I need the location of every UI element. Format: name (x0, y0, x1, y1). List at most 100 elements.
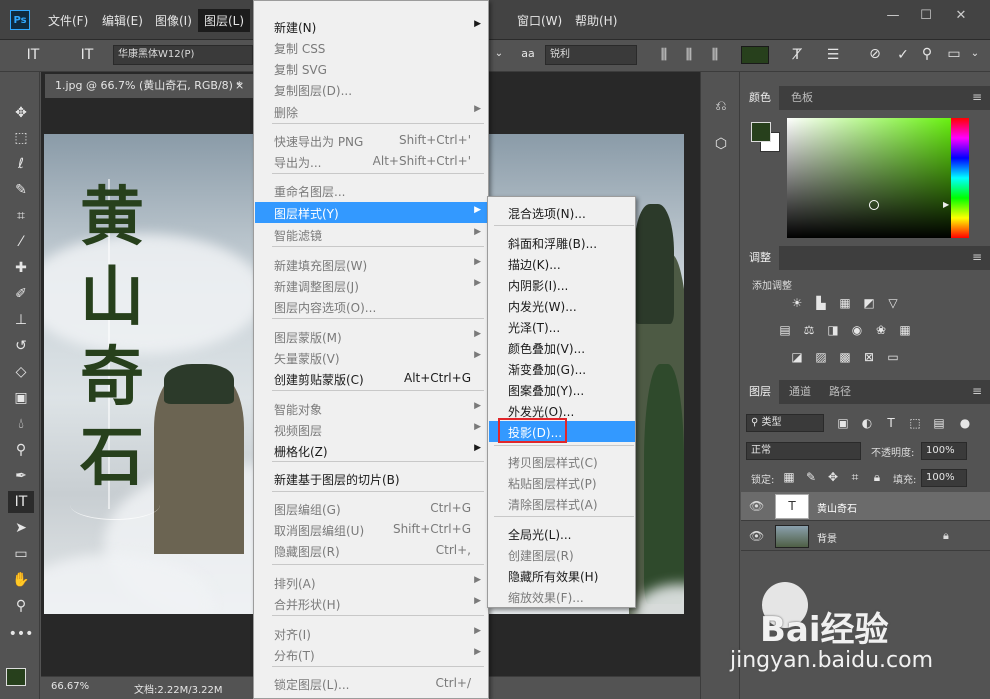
layer-row-text[interactable]: 👁︎ T 黄山奇石 (741, 492, 990, 521)
threshold-icon[interactable]: ▩ (837, 350, 853, 364)
layer-menu-item[interactable]: 创建剪贴蒙版(C) Alt+Ctrl+G (255, 368, 487, 389)
curves-icon[interactable]: ▦ (837, 296, 853, 310)
antialias-select[interactable]: 锐利 (545, 45, 637, 65)
lock-pixels-icon[interactable]: ✎ (803, 470, 819, 484)
pen-tool-icon[interactable]: ✒ (8, 465, 34, 487)
align-center-icon[interactable]: ⫼ (680, 47, 698, 63)
maximize-button[interactable]: ☐ (916, 8, 936, 24)
zoom-level[interactable]: 66.67% (51, 681, 89, 692)
align-right-icon[interactable]: ⫼ (706, 47, 724, 63)
filter-toggle-icon[interactable]: ● (957, 416, 973, 430)
layer-menu-item[interactable]: 新建基于图层的切片(B) (255, 468, 487, 489)
document-tab[interactable]: 1.jpg @ 66.7% (黄山奇石, RGB/8) * × (45, 74, 255, 98)
workspace-chevron-icon[interactable]: ⌄ (968, 48, 982, 59)
menu-image[interactable]: 图像(I) (155, 12, 192, 29)
layer-style-item[interactable]: 内发光(W)... (489, 295, 635, 316)
tab-layers[interactable]: 图层 (741, 380, 779, 404)
cancel-icon[interactable]: ⊘ (866, 46, 884, 62)
path-select-tool-icon[interactable]: ➤ (8, 517, 34, 539)
tab-paths[interactable]: 路径 (821, 380, 859, 404)
hue-saturation-icon[interactable]: ▤ (777, 323, 793, 337)
gradient-tool-icon[interactable]: ▣ (8, 387, 34, 409)
layer-style-item[interactable]: 内阴影(I)... (489, 274, 635, 295)
text-orientation-icon[interactable]: IT (76, 47, 98, 63)
filter-smart-icon[interactable]: ▤ (931, 416, 947, 430)
quick-select-tool-icon[interactable]: ✎ (8, 179, 34, 201)
lasso-tool-icon[interactable]: ℓ (8, 153, 34, 175)
layer-style-item[interactable]: 隐藏所有效果(H) (489, 565, 635, 586)
layer-menu-item[interactable]: 栅格化(Z) ▶ (255, 440, 487, 461)
color-lookup-icon[interactable]: ▦ (897, 323, 913, 337)
tab-color[interactable]: 颜色 (741, 86, 779, 110)
layer-filter-kind[interactable]: ⚲ 类型 (746, 414, 824, 432)
photo-filter-icon[interactable]: ◉ (849, 323, 865, 337)
filter-shape-icon[interactable]: ⬚ (907, 416, 923, 430)
layer-menu-item[interactable]: 新建(N) ▶ (255, 16, 487, 37)
brightness-icon[interactable]: ☀ (789, 296, 805, 310)
layer-menu-item[interactable]: 图层样式(Y) ▶ (255, 202, 487, 223)
move-tool-icon[interactable]: ✥ (8, 102, 34, 124)
hue-slider[interactable] (951, 118, 969, 238)
gradient-map-icon[interactable]: ▭ (885, 350, 901, 364)
layer-name[interactable]: 黄山奇石 (817, 500, 857, 515)
menu-file[interactable]: 文件(F) (48, 12, 88, 29)
search-icon[interactable]: ⚲ (918, 46, 936, 62)
warp-text-icon[interactable]: Ⱦ (788, 47, 806, 63)
workspace-icon[interactable]: ▭ (945, 46, 963, 62)
hand-tool-icon[interactable]: ✋ (8, 569, 34, 591)
menu-window[interactable]: 窗口(W) (517, 12, 562, 29)
filter-type-icon[interactable]: T (883, 416, 899, 430)
color-balance-icon[interactable]: ⚖ (801, 323, 817, 337)
menu-layer[interactable]: 图层(L) (198, 9, 251, 32)
close-tab-icon[interactable]: × (235, 74, 244, 98)
vibrance-icon[interactable]: ▽ (885, 296, 901, 310)
layer-row-background[interactable]: 👁︎ 背景 🔒︎ (741, 522, 990, 551)
history-brush-tool-icon[interactable]: ↺ (8, 335, 34, 357)
tab-swatches[interactable]: 色板 (783, 86, 821, 110)
commit-icon[interactable]: ✓ (894, 47, 912, 63)
layer-name[interactable]: 背景 (817, 530, 837, 545)
panel-menu-icon[interactable]: ≡ (972, 384, 982, 398)
channel-mixer-icon[interactable]: ❀ (873, 323, 889, 337)
blend-mode-select[interactable]: 正常 (746, 442, 861, 460)
type-tool-icon[interactable]: IT (8, 491, 34, 513)
text-tool-preset-icon[interactable]: IT (22, 47, 44, 63)
3d-panel-icon[interactable]: ⬡ (711, 136, 731, 152)
filter-pixel-icon[interactable]: ▣ (835, 416, 851, 430)
dodge-tool-icon[interactable]: ⚲ (8, 439, 34, 461)
menu-edit[interactable]: 编辑(E) (102, 12, 143, 29)
layer-style-item[interactable]: 图案叠加(Y)... (489, 379, 635, 400)
panel-menu-icon[interactable]: ≡ (972, 90, 982, 104)
layer-style-item[interactable]: 颜色叠加(V)... (489, 337, 635, 358)
opacity-input[interactable]: 100% (921, 442, 967, 460)
lock-position-icon[interactable]: ✥ (825, 470, 841, 484)
eraser-tool-icon[interactable]: ◇ (8, 361, 34, 383)
brush-tool-icon[interactable]: ✐ (8, 283, 34, 305)
healing-brush-tool-icon[interactable]: ✚ (8, 257, 34, 279)
layer-style-item[interactable]: 全局光(L)... (489, 523, 635, 544)
black-white-icon[interactable]: ◨ (825, 323, 841, 337)
text-color-swatch[interactable] (741, 46, 769, 64)
tab-adjustments[interactable]: 调整 (741, 246, 779, 270)
tab-channels[interactable]: 通道 (781, 380, 819, 404)
more-tools-icon[interactable]: ••• (8, 623, 34, 645)
filter-adjust-icon[interactable]: ◐ (859, 416, 875, 430)
color-picker-cursor[interactable] (869, 200, 879, 210)
layer-style-item[interactable]: 渐变叠加(G)... (489, 358, 635, 379)
layer-style-item[interactable]: 混合选项(N)... (489, 202, 635, 223)
color-field[interactable] (787, 118, 962, 238)
posterize-icon[interactable]: ▨ (813, 350, 829, 364)
hue-slider-handle-icon[interactable]: ▶ (943, 200, 949, 209)
history-panel-icon[interactable]: ⎌ (711, 98, 731, 114)
menu-help[interactable]: 帮助(H) (575, 12, 617, 29)
chevron-down-icon[interactable]: ⌄ (493, 48, 505, 59)
invert-icon[interactable]: ◪ (789, 350, 805, 364)
foreground-color-swatch[interactable] (6, 668, 26, 686)
character-panel-icon[interactable]: ☰ (824, 47, 842, 63)
lock-all-icon[interactable]: 🔒︎ (869, 470, 885, 484)
panel-menu-icon[interactable]: ≡ (972, 250, 982, 264)
color-foreground-swatch[interactable] (751, 122, 771, 142)
selective-color-icon[interactable]: ⊠ (861, 350, 877, 364)
visibility-eye-icon[interactable]: 👁︎ (749, 499, 764, 513)
lock-artboard-icon[interactable]: ⌗ (847, 470, 863, 484)
